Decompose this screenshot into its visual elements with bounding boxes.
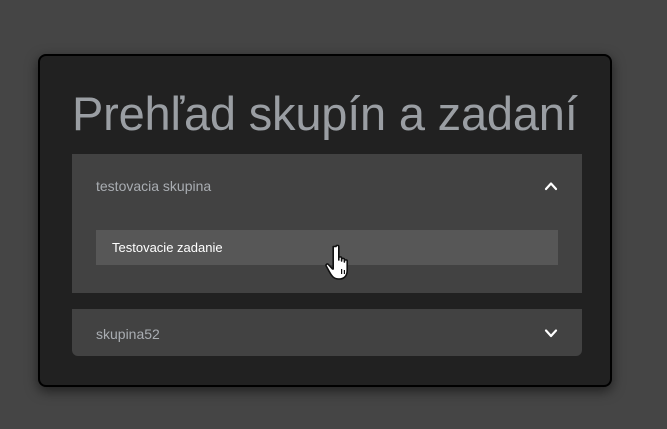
task-label: Testovacie zadanie (112, 240, 223, 255)
group-name: skupina52 (96, 326, 160, 342)
group-panel-testovacia-skupina: testovacia skupina Testovacie zadanie (72, 154, 582, 293)
chevron-down-icon[interactable] (544, 326, 558, 340)
page-title: Prehľad skupín a zadaní (72, 87, 578, 140)
chevron-up-icon[interactable] (544, 179, 558, 193)
group-header-testovacia-skupina[interactable]: testovacia skupina (72, 154, 582, 218)
group-panel-skupina52: skupina52 (72, 309, 582, 356)
group-header-skupina52[interactable]: skupina52 (72, 309, 582, 356)
group-name: testovacia skupina (96, 178, 212, 194)
task-item-testovacie-zadanie[interactable]: Testovacie zadanie (96, 230, 558, 265)
